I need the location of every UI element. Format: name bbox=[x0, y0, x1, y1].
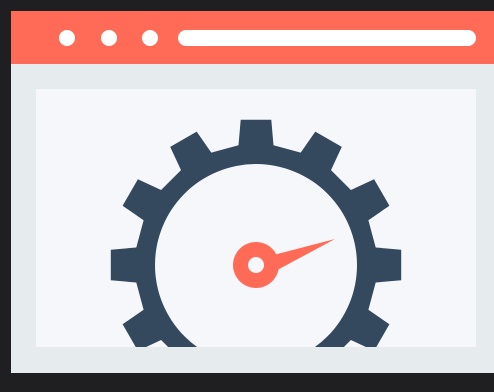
gear-speedometer-icon bbox=[110, 119, 402, 347]
window-dot-icon bbox=[142, 30, 158, 46]
content-panel bbox=[36, 89, 476, 347]
browser-window bbox=[11, 11, 494, 373]
window-dot-icon bbox=[59, 30, 75, 46]
gear-icon bbox=[110, 119, 402, 347]
address-bar bbox=[178, 30, 476, 46]
gear-outline bbox=[110, 119, 402, 347]
titlebar bbox=[11, 11, 494, 64]
speedometer-needle-icon bbox=[233, 239, 335, 288]
scene bbox=[0, 0, 494, 392]
window-dot-icon bbox=[101, 30, 117, 46]
